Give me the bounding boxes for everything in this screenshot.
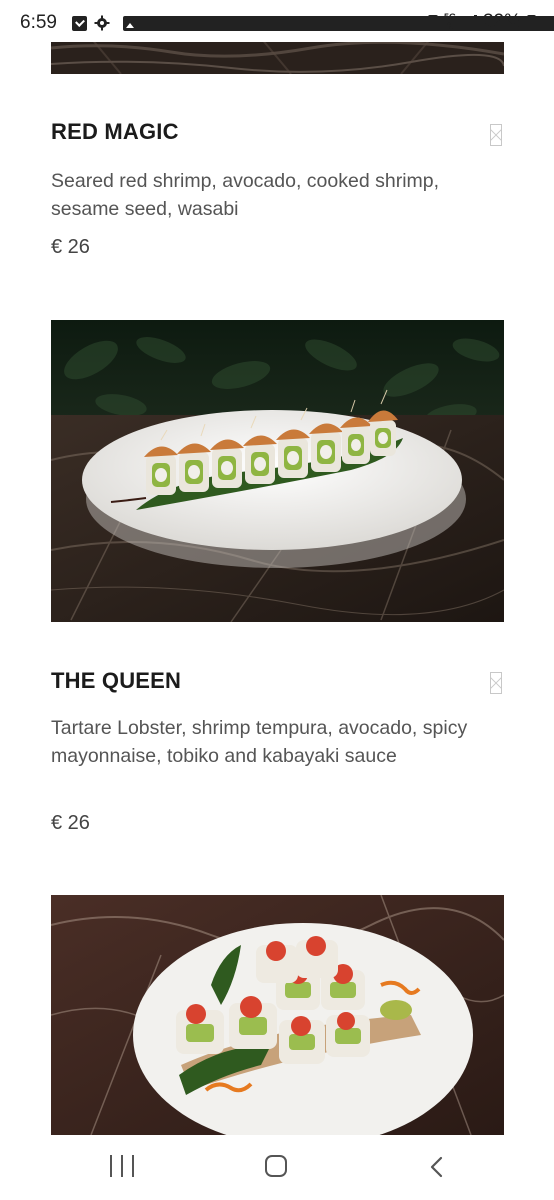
dish-title: THE QUEEN <box>51 668 182 693</box>
dish-title: RED MAGIC <box>51 119 179 144</box>
network-5g-icon: 5G ⇅ <box>443 12 456 31</box>
status-icons-right: 5G ⇅ 32% <box>427 11 536 33</box>
battery-icon <box>527 14 536 30</box>
dish-photo[interactable] <box>51 895 504 1135</box>
favorite-icon[interactable] <box>490 124 502 146</box>
dish-description: Seared red shrimp, avocado, cooked shrim… <box>51 170 440 220</box>
recents-icon[interactable] <box>110 1155 134 1179</box>
check-icon <box>72 15 87 31</box>
battery-saver-icon <box>427 14 438 30</box>
signal-icon <box>461 14 477 30</box>
dish-photo-partial[interactable] <box>51 38 504 74</box>
dish-photo[interactable] <box>51 320 504 622</box>
gear-icon <box>94 15 110 31</box>
navigation-bar <box>0 1135 554 1200</box>
battery-percent: 32% <box>482 11 521 32</box>
status-bar: 6:59 5G ⇅ 32% <box>0 0 554 42</box>
dish-description: Tartare Lobster, shrimp tempura, avocado… <box>51 717 468 767</box>
favorite-icon[interactable] <box>490 672 502 694</box>
dish-price: € 26 <box>51 236 90 258</box>
status-time: 6:59 <box>20 12 57 33</box>
home-icon[interactable] <box>265 1155 287 1177</box>
status-icons-left <box>72 15 554 31</box>
back-icon[interactable] <box>427 1156 447 1178</box>
dish-price: € 26 <box>51 812 90 834</box>
